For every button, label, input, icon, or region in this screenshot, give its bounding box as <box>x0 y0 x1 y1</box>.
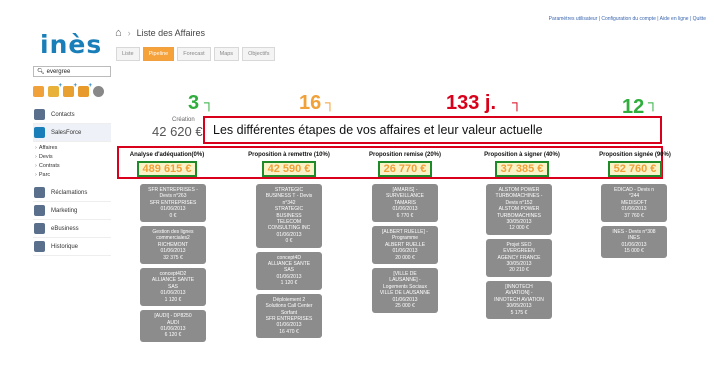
stage-value: 26 770 € <box>377 161 433 177</box>
mail-icon[interactable]: + <box>48 83 62 97</box>
stage-cards: EDICAD - Devis n °244 MEDISOFT 01/06/201… <box>601 184 667 258</box>
stage-cards: STRATEGIC BUSINESS T - Devis n°342 STRAT… <box>256 184 322 339</box>
sidebar-sub-devis[interactable]: Devis <box>35 153 111 162</box>
stage-column: Proposition signée (90%) 52 760 € <box>580 152 690 177</box>
stage-column: Analyse d'adéquation(0%) 489 615 € <box>112 152 222 177</box>
bracket-icon: ┐ <box>512 94 522 110</box>
deal-card[interactable]: STRATEGIC BUSINESS T - Devis n°342 STRAT… <box>256 184 322 248</box>
folder-icon[interactable]: + <box>63 83 77 97</box>
tab-objectifs[interactable]: Objectifs <box>242 47 276 61</box>
deal-card[interactable]: [INNOTECH AVIATION] - INNOTECH AVIATION … <box>486 280 552 319</box>
stage-value: 52 760 € <box>607 161 663 177</box>
sidebar-sub-affaires[interactable]: Affaires <box>35 144 111 153</box>
app-window: Paramètres utilisateur | Configuration d… <box>0 0 714 371</box>
sidebar-item-contacts[interactable]: Contacts <box>33 106 111 124</box>
stage-cards: ALSTOM POWER TURBOMACHINES - Devis n°152… <box>486 184 552 319</box>
app-logo[interactable]: inès <box>40 30 102 59</box>
bracket-icon: ┐ <box>204 94 214 110</box>
sidebar-sub-contrats[interactable]: Contrats <box>35 162 111 171</box>
sidebar-item-label: Marketing <box>51 207 78 214</box>
bracket-icon: ┐ <box>325 94 335 110</box>
salesforce-icon <box>34 127 45 138</box>
sidebar-item-label: Réclamations <box>51 189 88 196</box>
deal-card[interactable]: Projet SEO EVERGREEN AGENCY FRANCE 30/05… <box>486 238 552 277</box>
add-icon[interactable] <box>33 86 44 97</box>
stat-count: 16 <box>299 92 322 114</box>
sidebar-item-salesforce[interactable]: SalesForce <box>33 124 111 142</box>
quick-actions: + + + <box>33 83 104 97</box>
top-links[interactable]: Paramètres utilisateur | Configuration d… <box>549 16 706 22</box>
deal-card[interactable]: EDICAD - Devis n °244 MEDISOFT 01/06/201… <box>601 184 667 223</box>
deal-card[interactable]: SFR ENTREPRISES - Devis n°263 SFR ENTREP… <box>140 184 206 223</box>
sidebar-item-reclamations[interactable]: Réclamations <box>33 184 111 202</box>
marketing-icon <box>34 205 45 216</box>
page-title: Liste des Affaires <box>136 28 206 38</box>
home-icon[interactable]: ⌂ <box>115 27 122 39</box>
stage-column: Proposition à remettre (10%) 42 590 € <box>234 152 344 177</box>
sidebar-item-label: Historique <box>51 243 79 250</box>
sidebar: Contacts SalesForce Affaires Devis Contr… <box>33 106 111 256</box>
contacts-icon <box>34 109 45 120</box>
stage-column: Proposition remise (20%) 26 770 € <box>350 152 460 177</box>
stage-column: Proposition à signer (40%) 37 385 € <box>467 152 577 177</box>
ebusiness-icon <box>34 223 45 234</box>
search-icon: 🔍︎ <box>37 69 45 75</box>
search-value: evergree <box>46 68 71 75</box>
annotation-callout: Les différentes étapes de vos affaires e… <box>203 116 662 144</box>
stage-name: Proposition remise (20%) <box>368 152 442 158</box>
sidebar-item-historique[interactable]: Historique <box>33 238 111 256</box>
deal-card[interactable]: Déploiement 2 Solutions Call Center Sorf… <box>256 293 322 339</box>
settings-icon[interactable] <box>93 86 104 97</box>
deal-card[interactable]: Gestion des lignes commerciales2 RICHEMO… <box>140 226 206 265</box>
stage-value: 37 385 € <box>494 161 550 177</box>
document-icon[interactable]: + <box>78 83 92 97</box>
salesforce-submenu: Affaires Devis Contrats Parc <box>33 142 111 184</box>
stage-name: Analyse d'adéquation(0%) <box>129 152 205 158</box>
sidebar-item-ebusiness[interactable]: eBusiness <box>33 220 111 238</box>
deal-card[interactable]: [AMARIS] - SURVEILLANCE TAMARIS 01/06/20… <box>372 184 438 223</box>
deal-card[interactable]: [AUDI] - DP8250 AUDI 01/06/2013 6 120 € <box>140 310 206 342</box>
deal-card[interactable]: ALSTOM POWER TURBOMACHINES - Devis n°152… <box>486 184 552 235</box>
view-tabs: Liste Pipeline Forecast Maps Objectifs <box>116 47 276 61</box>
stat-count: 3 <box>188 92 200 114</box>
creation-label: Création <box>172 117 195 123</box>
search-input[interactable]: 🔍︎ evergree <box>33 66 111 77</box>
stat-days: 133 j. <box>446 92 497 114</box>
stage-name: Proposition à signer (40%) <box>484 152 560 158</box>
tab-liste[interactable]: Liste <box>116 47 140 61</box>
creation-value: 42 620 € <box>152 124 203 139</box>
stage-cards: SFR ENTREPRISES - Devis n°263 SFR ENTREP… <box>140 184 206 342</box>
deal-card[interactable]: [VILLE DE LAUSANNE] - Logements Sociaux … <box>372 268 438 313</box>
claims-icon <box>34 187 45 198</box>
sidebar-item-marketing[interactable]: Marketing <box>33 202 111 220</box>
deal-card[interactable]: [ALBERT RUELLE] - Programme ALBERT RUELL… <box>372 226 438 265</box>
history-icon <box>34 241 45 252</box>
breadcrumb: ⌂ › Liste des Affaires <box>115 27 205 39</box>
stage-name: Proposition signée (90%) <box>599 152 671 158</box>
sidebar-sub-parc[interactable]: Parc <box>35 171 111 180</box>
stage-name: Proposition à remettre (10%) <box>248 152 330 158</box>
stage-value: 489 615 € <box>136 161 198 177</box>
sidebar-item-label: Contacts <box>51 111 75 118</box>
deal-card[interactable]: concept4D2 ALLIANCE SANTE SAS 01/06/2013… <box>140 268 206 307</box>
deal-card[interactable]: INES - Devis n°308 INES 01/06/2013 15 00… <box>601 226 667 258</box>
chevron-right-icon: › <box>127 28 131 38</box>
stage-value: 42 590 € <box>261 161 317 177</box>
tab-forecast[interactable]: Forecast <box>177 47 211 61</box>
sidebar-item-label: SalesForce <box>51 129 82 136</box>
tab-pipeline[interactable]: Pipeline <box>142 47 175 61</box>
tab-maps[interactable]: Maps <box>213 47 240 61</box>
stage-cards: [AMARIS] - SURVEILLANCE TAMARIS 01/06/20… <box>372 184 438 313</box>
sidebar-item-label: eBusiness <box>51 225 79 232</box>
deal-card[interactable]: concept4D ALLIANCE SANTE SAS 01/06/2013 … <box>256 251 322 290</box>
bracket-icon: ┐ <box>648 94 658 110</box>
